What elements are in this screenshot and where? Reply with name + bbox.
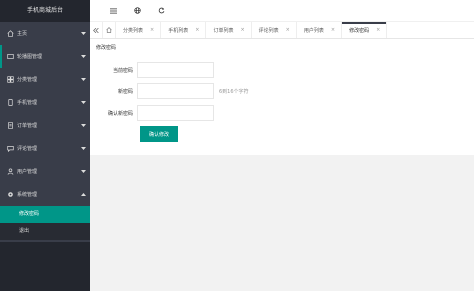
chevron-down-icon bbox=[76, 147, 90, 150]
new-password-row: 新密码 6到16个字符 bbox=[90, 83, 249, 99]
tab-home-icon[interactable] bbox=[103, 22, 116, 38]
sidebar-item-phone[interactable]: 手机管理 bbox=[0, 91, 90, 114]
sidebar-item-label: 系统管理 bbox=[17, 192, 38, 198]
chevron-down-icon bbox=[76, 101, 90, 104]
new-password-label: 新密码 bbox=[117, 88, 133, 95]
submit-button[interactable]: 确认修改 bbox=[140, 126, 178, 142]
sidebar-item-comment[interactable]: 评论管理 bbox=[0, 137, 90, 160]
sidebar-subitem-change-password[interactable]: 修改密码 bbox=[0, 206, 90, 223]
category-icon bbox=[6, 76, 14, 84]
breadcrumb: 修改密码 bbox=[96, 45, 117, 51]
user-icon bbox=[6, 168, 14, 176]
chevron-down-icon bbox=[76, 124, 90, 127]
sidebar-footer bbox=[0, 242, 90, 291]
new-password-hint: 6到16个字符 bbox=[219, 88, 249, 95]
tab-scroll-left-icon[interactable] bbox=[90, 22, 103, 38]
tab-user-list[interactable]: 用户列表 × bbox=[297, 22, 343, 38]
sidebar-item-home[interactable]: 主页 bbox=[0, 22, 90, 45]
sidebar-item-label: 分类管理 bbox=[17, 77, 38, 83]
sidebar-subitem-logout[interactable]: 退出 bbox=[0, 223, 90, 240]
app-title: 手机商城后台 bbox=[0, 0, 90, 22]
tab-change-password[interactable]: 修改密码 × bbox=[342, 22, 388, 38]
current-password-input[interactable] bbox=[137, 62, 214, 78]
tab-phone-list[interactable]: 手机列表 × bbox=[161, 22, 207, 38]
comment-icon bbox=[6, 145, 14, 153]
tab-label: 用户列表 bbox=[303, 27, 324, 34]
sidebar-item-label: 用户管理 bbox=[17, 169, 38, 175]
tab-label: 修改密码 bbox=[349, 27, 370, 34]
new-password-input[interactable] bbox=[137, 83, 214, 99]
tab-order-list[interactable]: 订单列表 × bbox=[206, 22, 252, 38]
tab-label: 订单列表 bbox=[213, 27, 234, 34]
close-icon[interactable]: × bbox=[331, 27, 335, 33]
chevron-down-icon bbox=[76, 32, 90, 35]
tab-comment-list[interactable]: 评论列表 × bbox=[252, 22, 297, 38]
carousel-icon bbox=[6, 53, 14, 61]
confirm-password-input[interactable] bbox=[137, 105, 214, 121]
tab-label: 手机列表 bbox=[168, 27, 189, 34]
tab-category-list[interactable]: 分类列表 × bbox=[116, 22, 162, 38]
sidebar-item-label: 评论管理 bbox=[17, 146, 38, 152]
chevron-down-icon bbox=[76, 78, 90, 81]
sidebar: 手机商城后台 主页 轮播图管理 分类管理 手机管理 订单管理 评论管理 用户管理… bbox=[0, 0, 90, 291]
current-password-row: 当前密码 bbox=[90, 62, 214, 78]
close-icon[interactable]: × bbox=[286, 27, 290, 33]
sidebar-item-category[interactable]: 分类管理 bbox=[0, 68, 90, 91]
close-icon[interactable]: × bbox=[240, 27, 244, 33]
confirm-password-row: 确认新密码 bbox=[90, 105, 214, 121]
sidebar-item-system[interactable]: 系统管理 bbox=[0, 183, 90, 206]
confirm-password-label: 确认新密码 bbox=[107, 110, 133, 117]
tab-label: 分类列表 bbox=[123, 27, 144, 34]
tab-bar: 分类列表 × 手机列表 × 订单列表 × 评论列表 × 用户列表 × 修改密码 … bbox=[90, 22, 474, 39]
current-password-label: 当前密码 bbox=[112, 67, 133, 74]
order-icon bbox=[6, 122, 14, 130]
sidebar-item-carousel[interactable]: 轮播图管理 bbox=[0, 45, 90, 68]
globe-icon[interactable] bbox=[125, 0, 149, 22]
phone-icon bbox=[6, 99, 14, 107]
gear-icon bbox=[6, 191, 14, 199]
sidebar-item-label: 轮播图管理 bbox=[17, 54, 43, 60]
sidebar-submenu-system: 修改密码 退出 bbox=[0, 206, 90, 240]
chevron-down-icon bbox=[76, 55, 90, 58]
close-icon[interactable]: × bbox=[376, 27, 380, 33]
sidebar-item-user[interactable]: 用户管理 bbox=[0, 160, 90, 183]
sidebar-menu: 主页 轮播图管理 分类管理 手机管理 订单管理 评论管理 用户管理 系统管理 bbox=[0, 22, 90, 206]
sidebar-item-label: 订单管理 bbox=[17, 123, 38, 129]
chevron-down-icon bbox=[76, 170, 90, 173]
sidebar-item-label: 手机管理 bbox=[17, 100, 38, 106]
tab-label: 评论列表 bbox=[258, 27, 279, 34]
sidebar-item-label: 主页 bbox=[17, 31, 28, 37]
close-icon[interactable]: × bbox=[150, 27, 154, 33]
sidebar-item-order[interactable]: 订单管理 bbox=[0, 114, 90, 137]
top-header bbox=[90, 0, 474, 22]
menu-toggle-icon[interactable] bbox=[101, 0, 125, 22]
close-icon[interactable]: × bbox=[195, 27, 199, 33]
refresh-icon[interactable] bbox=[149, 0, 173, 22]
chevron-up-icon bbox=[76, 193, 90, 196]
home-icon bbox=[6, 30, 14, 38]
main-content: 修改密码 当前密码 新密码 6到16个字符 确认新密码 确认修改 bbox=[90, 39, 474, 155]
